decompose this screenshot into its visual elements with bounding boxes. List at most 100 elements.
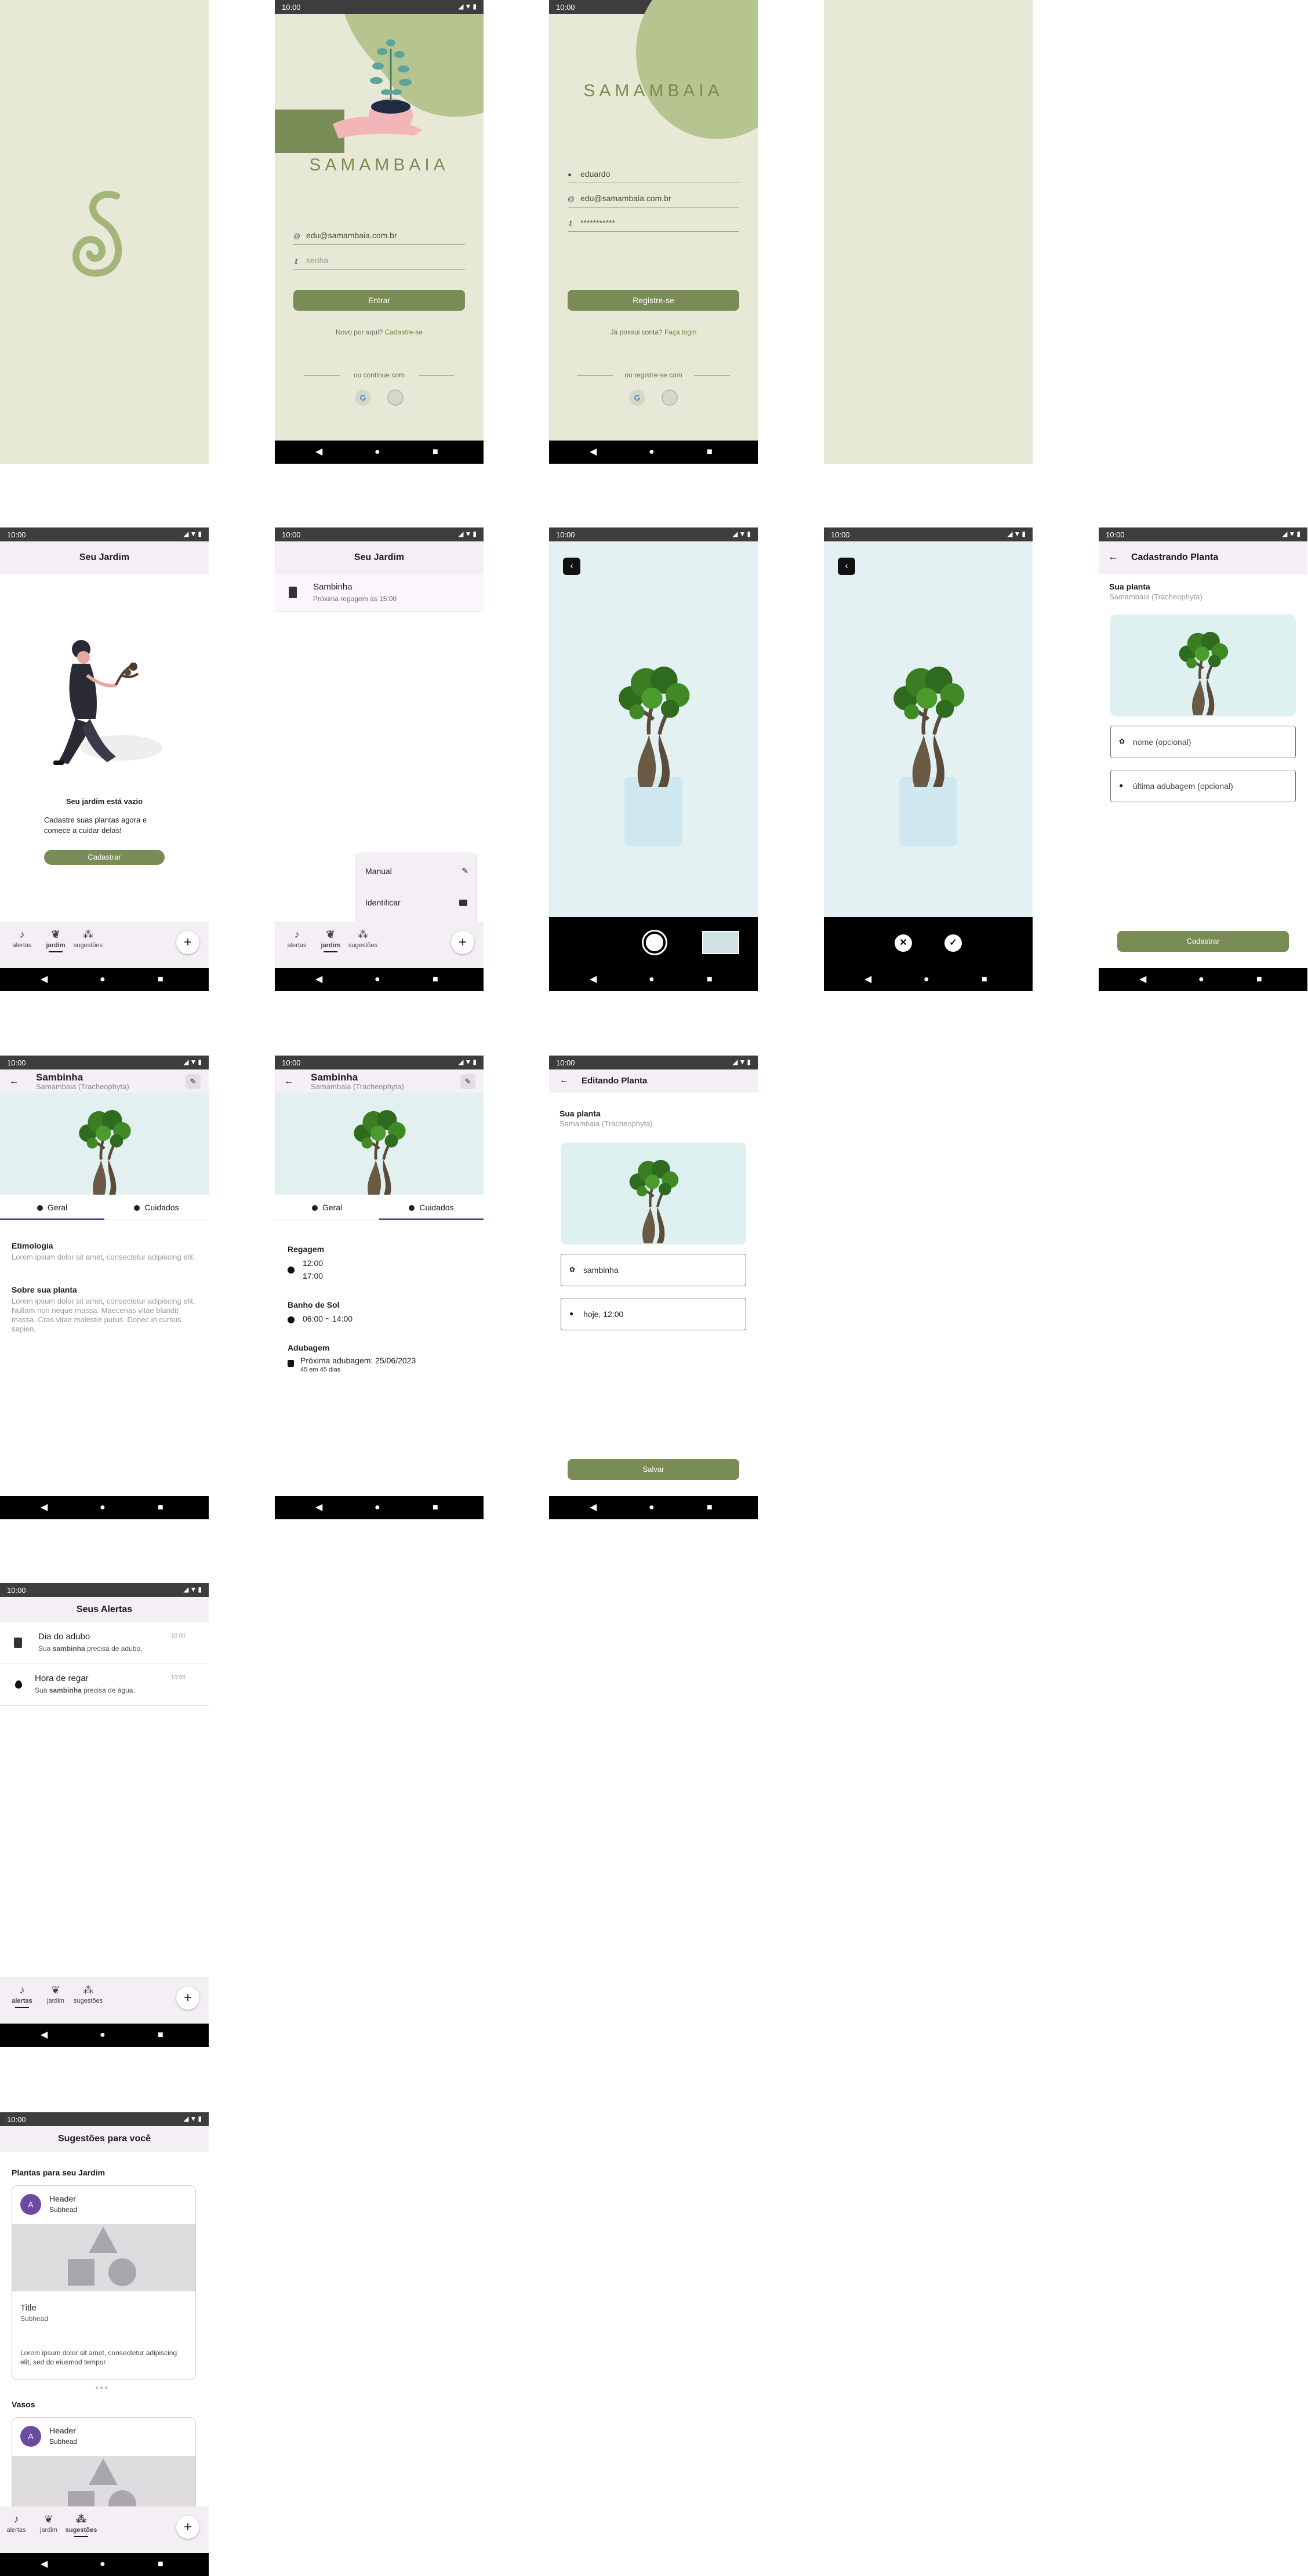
nav-recent-icon[interactable]: ■ — [707, 975, 713, 984]
nav-recent-icon[interactable]: ■ — [433, 447, 438, 457]
nav-recent-icon[interactable]: ■ — [1256, 975, 1262, 984]
nav-recent-icon[interactable]: ■ — [158, 975, 164, 984]
nav-garden[interactable]: ❦ jardim — [313, 929, 348, 952]
nav-home-icon[interactable]: ● — [375, 975, 380, 984]
tab-general[interactable]: Geral — [275, 1195, 379, 1220]
nav-home-icon[interactable]: ● — [375, 1503, 380, 1512]
back-arrow-icon[interactable]: ← — [9, 1076, 19, 1087]
nav-home-icon[interactable]: ● — [649, 975, 655, 984]
nav-alerts[interactable]: ♪ alertas — [5, 1984, 39, 2008]
register-plant-button[interactable]: Cadastrar — [44, 850, 165, 865]
nav-back-icon[interactable]: ◀ — [864, 975, 871, 984]
nav-back-icon[interactable]: ◀ — [315, 447, 322, 457]
nav-suggestions[interactable]: ⁂ sugestões — [71, 929, 106, 949]
nav-home-icon[interactable]: ● — [100, 975, 106, 984]
nav-home-icon[interactable]: ● — [924, 975, 929, 984]
nav-back-icon[interactable]: ◀ — [41, 2560, 48, 2569]
nav-garden[interactable]: ❦ jardim — [38, 929, 73, 952]
tab-general[interactable]: Geral — [0, 1195, 104, 1220]
save-button[interactable]: Salvar — [568, 1459, 739, 1480]
login-link[interactable]: Faça login — [664, 328, 696, 336]
edit-icon[interactable]: ✎ — [186, 1074, 201, 1089]
name-input[interactable]: ✿ sambinha — [561, 1254, 746, 1286]
nav-recent-icon[interactable]: ■ — [158, 1503, 164, 1512]
nav-alerts[interactable]: ♪ alertas — [279, 929, 314, 949]
nav-alerts[interactable]: ♪ alertas — [0, 2513, 34, 2534]
shutter-button[interactable] — [642, 930, 667, 955]
nav-recent-icon[interactable]: ■ — [158, 2560, 164, 2569]
add-fab[interactable]: + — [451, 931, 474, 954]
nav-home-icon[interactable]: ● — [649, 447, 655, 457]
brand-logo: SAMAMBAIA — [583, 81, 724, 100]
register-button[interactable]: Cadastrar — [1117, 931, 1289, 952]
nav-home-icon[interactable]: ● — [100, 1503, 106, 1512]
nav-alerts[interactable]: ♪ alertas — [5, 929, 39, 949]
list-item[interactable]: Sambinha Próxima regagem às 15:00 — [275, 574, 484, 612]
login-button[interactable]: Entrar — [293, 290, 465, 311]
name-field[interactable]: ● eduardo — [568, 166, 739, 183]
nav-back-icon[interactable]: ◀ — [315, 975, 322, 984]
alert-item-water[interactable]: Hora de regar Sua sambinha precisa de ág… — [0, 1664, 209, 1706]
apple-login-icon[interactable] — [387, 390, 404, 406]
nav-home-icon[interactable]: ● — [100, 2560, 106, 2569]
add-fab[interactable]: + — [176, 2516, 199, 2539]
nav-back-icon[interactable]: ◀ — [1139, 975, 1146, 984]
suggestion-card[interactable]: A Header Subhead Title Subhead Lorem ips… — [12, 2185, 196, 2380]
section-title: Sua planta — [1109, 582, 1150, 591]
add-fab[interactable]: + — [176, 931, 199, 954]
card-subhead: Subhead — [49, 2206, 78, 2214]
menu-item-identify[interactable]: Identificar — [357, 889, 475, 917]
nav-home-icon[interactable]: ● — [1198, 975, 1204, 984]
nav-recent-icon[interactable]: ■ — [707, 1503, 713, 1512]
discard-photo-icon[interactable]: ✕ — [895, 934, 912, 952]
camera-back-button[interactable]: ‹ — [838, 558, 855, 575]
nav-recent-icon[interactable]: ■ — [707, 447, 713, 457]
nav-home-icon[interactable]: ● — [375, 447, 380, 457]
accept-photo-icon[interactable]: ✓ — [944, 934, 962, 952]
nav-recent-icon[interactable]: ■ — [982, 975, 987, 984]
camera-back-button[interactable]: ‹ — [563, 558, 580, 575]
google-login-icon[interactable]: G — [629, 390, 645, 406]
password-field[interactable]: ⚷ *********** — [568, 214, 739, 232]
nav-back-icon[interactable]: ◀ — [590, 447, 597, 457]
menu-item-manual[interactable]: Manual ✎ — [357, 858, 475, 886]
nav-back-icon[interactable]: ◀ — [41, 975, 48, 984]
nav-home-icon[interactable]: ● — [100, 2031, 106, 2040]
gallery-thumbnail[interactable] — [702, 931, 739, 954]
nav-back-icon[interactable]: ◀ — [590, 975, 597, 984]
nav-back-icon[interactable]: ◀ — [590, 1503, 597, 1512]
date-input[interactable]: ● hoje, 12:00 — [561, 1298, 746, 1330]
nav-garden[interactable]: ❦ jardim — [31, 2513, 66, 2534]
google-login-icon[interactable]: G — [355, 390, 371, 406]
tab-care[interactable]: Cuidados — [379, 1195, 484, 1220]
apple-login-icon[interactable] — [662, 390, 678, 406]
password-field[interactable]: ⚷ senha — [293, 252, 465, 270]
email-field[interactable]: @ edu@samambaia.com.br — [293, 227, 465, 245]
bottom-nav: ♪ alertas ❦ jardim ⁂ sugestões + — [275, 922, 484, 968]
nav-suggestions[interactable]: ⁂ sugestões — [64, 2513, 99, 2537]
name-input[interactable]: ✿ nome (opcional) — [1110, 726, 1296, 758]
back-arrow-icon[interactable]: ← — [284, 1076, 293, 1087]
tab-care[interactable]: Cuidados — [104, 1195, 209, 1220]
nav-back-icon[interactable]: ◀ — [41, 2031, 48, 2040]
edit-icon[interactable]: ✎ — [460, 1074, 475, 1089]
alert-item-fertilize[interactable]: Dia do adubo Sua sambinha precisa de adu… — [0, 1622, 209, 1664]
nav-recent-icon[interactable]: ■ — [433, 975, 438, 984]
nav-back-icon[interactable]: ◀ — [41, 1503, 48, 1512]
nav-garden[interactable]: ❦ jardim — [38, 1984, 73, 2004]
nav-recent-icon[interactable]: ■ — [433, 1503, 438, 1512]
back-arrow-icon[interactable]: ← — [1108, 551, 1118, 563]
nav-home-icon[interactable]: ● — [649, 1503, 655, 1512]
add-fab[interactable]: + — [176, 1986, 199, 2010]
register-button[interactable]: Registre-se — [568, 290, 739, 311]
nav-suggestions[interactable]: ⁂ sugestões — [71, 1984, 106, 2004]
carousel-dots[interactable]: ●●● — [95, 2385, 109, 2391]
fertilize-input[interactable]: ● última adubagem (opcional) — [1110, 770, 1296, 802]
nav-recent-icon[interactable]: ■ — [158, 2031, 164, 2040]
nav-back-icon[interactable]: ◀ — [315, 1503, 322, 1512]
back-arrow-icon[interactable]: ← — [559, 1075, 569, 1086]
nav-suggestions[interactable]: ⁂ sugestões — [346, 929, 380, 949]
signup-link[interactable]: Cadastre-se — [385, 328, 423, 336]
email-field[interactable]: @ edu@samambaia.com.br — [568, 190, 739, 208]
leaf-icon: ❦ — [51, 1984, 60, 1996]
